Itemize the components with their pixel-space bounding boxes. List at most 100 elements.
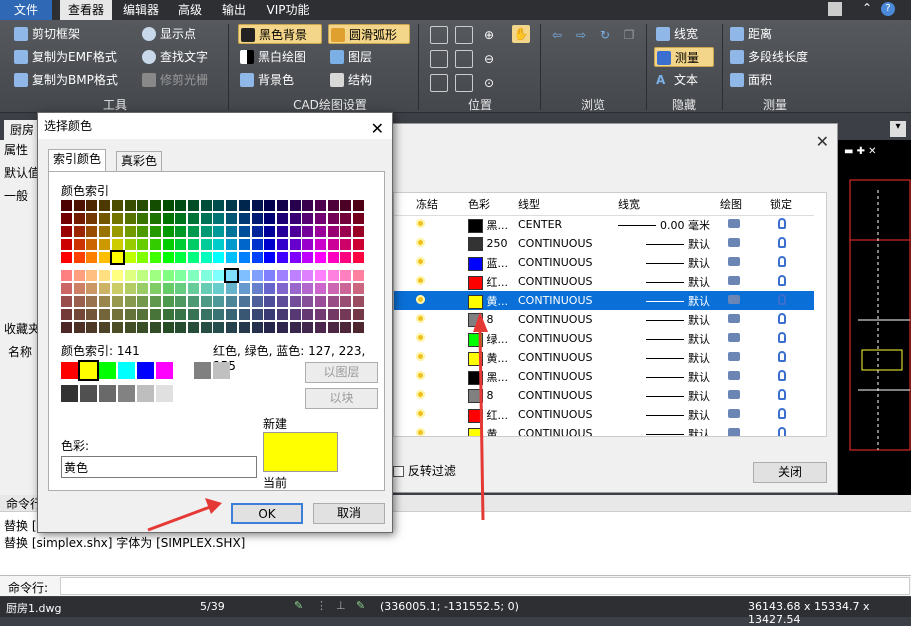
palette-swatch[interactable] bbox=[149, 252, 161, 263]
plot-cell[interactable] bbox=[714, 405, 764, 424]
basic-color-swatch[interactable] bbox=[137, 362, 154, 379]
basic-color-swatch[interactable] bbox=[78, 360, 99, 381]
measure-toggle-button[interactable]: 测量 bbox=[654, 47, 714, 67]
palette-swatch[interactable] bbox=[302, 239, 314, 250]
lineweight-cell[interactable]: 默认 bbox=[612, 367, 714, 386]
lock-cell[interactable] bbox=[764, 367, 814, 386]
palette-swatch[interactable] bbox=[137, 309, 149, 320]
palette-swatch[interactable] bbox=[315, 283, 326, 294]
palette-swatch[interactable] bbox=[137, 296, 149, 307]
lock-icon[interactable] bbox=[778, 350, 786, 362]
palette-swatch[interactable] bbox=[86, 283, 98, 294]
palette-swatch[interactable] bbox=[327, 322, 339, 333]
zoom-in-icon[interactable]: ⊕ bbox=[480, 26, 498, 44]
linetype-cell[interactable]: CONTINUOUS bbox=[512, 329, 612, 348]
palette-swatch[interactable] bbox=[315, 296, 326, 307]
palette-swatch[interactable] bbox=[302, 226, 314, 237]
lock-cell[interactable] bbox=[764, 386, 814, 405]
menu-file[interactable]: 文件 bbox=[0, 0, 52, 20]
freeze-cell[interactable] bbox=[394, 367, 462, 386]
palette-swatch[interactable] bbox=[149, 213, 161, 224]
palette-swatch[interactable] bbox=[315, 200, 326, 211]
tab-index-color[interactable]: 索引颜色 bbox=[48, 149, 107, 171]
lock-icon[interactable] bbox=[778, 388, 786, 400]
lock-cell[interactable] bbox=[764, 310, 814, 329]
col-freeze[interactable]: 冻结 bbox=[394, 193, 462, 215]
plot-cell[interactable] bbox=[714, 310, 764, 329]
show-points-button[interactable]: 显示点 bbox=[140, 24, 196, 44]
palette-swatch[interactable] bbox=[213, 213, 225, 224]
freeze-bulb-icon[interactable] bbox=[416, 371, 425, 380]
color-cell[interactable]: 黄... bbox=[462, 424, 512, 436]
lock-icon[interactable] bbox=[778, 407, 786, 419]
palette-swatch[interactable] bbox=[111, 270, 123, 281]
palette-swatch[interactable] bbox=[175, 226, 187, 237]
zoom-extents-icon[interactable] bbox=[455, 26, 473, 44]
freeze-bulb-icon[interactable] bbox=[416, 276, 425, 285]
command-input[interactable] bbox=[60, 577, 910, 595]
copy-bmp-button[interactable]: 复制为BMP格式 bbox=[12, 70, 118, 90]
palette-swatch[interactable] bbox=[264, 200, 276, 211]
layer-color-swatch[interactable] bbox=[468, 370, 483, 385]
layer-color-swatch[interactable] bbox=[468, 256, 483, 271]
palette-swatch[interactable] bbox=[213, 283, 225, 294]
palette-swatch[interactable] bbox=[162, 252, 174, 263]
palette-swatch[interactable] bbox=[289, 239, 301, 250]
palette-swatch[interactable] bbox=[99, 213, 111, 224]
freeze-bulb-icon[interactable] bbox=[416, 390, 425, 399]
printer-icon[interactable] bbox=[728, 371, 740, 380]
palette-swatch[interactable] bbox=[251, 309, 263, 320]
linetype-cell[interactable]: CONTINUOUS bbox=[512, 348, 612, 367]
col-linetype[interactable]: 线型 bbox=[512, 193, 612, 215]
printer-icon[interactable] bbox=[728, 219, 740, 229]
palette-swatch[interactable] bbox=[137, 226, 149, 237]
palette-swatch[interactable] bbox=[124, 239, 136, 250]
linetype-cell[interactable]: CONTINUOUS bbox=[512, 424, 612, 436]
color-cell[interactable]: 黑... bbox=[462, 215, 512, 234]
lock-icon[interactable] bbox=[778, 312, 786, 324]
palette-swatch[interactable] bbox=[340, 226, 352, 237]
minimize-ribbon-icon[interactable]: ⌃ bbox=[862, 1, 872, 15]
layer-color-swatch[interactable] bbox=[468, 332, 483, 347]
palette-swatch[interactable] bbox=[264, 226, 276, 237]
general-section[interactable]: 一般 bbox=[4, 187, 28, 204]
palette-swatch[interactable] bbox=[238, 213, 250, 224]
palette-swatch[interactable] bbox=[251, 200, 263, 211]
palette-swatch[interactable] bbox=[86, 270, 98, 281]
palette-swatch[interactable] bbox=[200, 322, 212, 333]
layer-color-swatch[interactable] bbox=[468, 427, 483, 436]
palette-swatch[interactable] bbox=[175, 309, 187, 320]
palette-swatch[interactable] bbox=[73, 270, 85, 281]
linetype-cell[interactable]: CONTINUOUS bbox=[512, 310, 612, 329]
snap-icon[interactable]: ✎ bbox=[294, 599, 303, 612]
printer-icon[interactable] bbox=[728, 390, 740, 399]
printer-icon[interactable] bbox=[728, 409, 740, 418]
printer-icon[interactable] bbox=[728, 238, 740, 247]
palette-swatch[interactable] bbox=[188, 270, 199, 281]
palette-swatch[interactable] bbox=[137, 270, 149, 281]
copy-view-icon[interactable]: ❐ bbox=[620, 26, 638, 44]
palette-swatch[interactable] bbox=[251, 226, 263, 237]
distance-button[interactable]: 距离 bbox=[728, 24, 772, 44]
lock-cell[interactable] bbox=[764, 272, 814, 291]
copy-emf-button[interactable]: 复制为EMF格式 bbox=[12, 47, 117, 67]
plot-cell[interactable] bbox=[714, 215, 764, 234]
layer-color-swatch[interactable] bbox=[468, 294, 483, 309]
palette-swatch[interactable] bbox=[175, 213, 187, 224]
lock-cell[interactable] bbox=[764, 291, 814, 310]
palette-swatch[interactable] bbox=[340, 296, 352, 307]
palette-swatch[interactable] bbox=[315, 309, 326, 320]
forward-arrow-icon[interactable]: ⇨ bbox=[572, 26, 590, 44]
palette-swatch[interactable] bbox=[99, 283, 111, 294]
palette-swatch[interactable] bbox=[61, 283, 72, 294]
palette-swatch[interactable] bbox=[149, 200, 161, 211]
palette-swatch[interactable] bbox=[162, 213, 174, 224]
freeze-bulb-icon[interactable] bbox=[416, 257, 425, 266]
tab-menu-chevron-icon[interactable]: ▾ bbox=[890, 121, 906, 137]
palette-swatch[interactable] bbox=[61, 309, 72, 320]
palette-swatch[interactable] bbox=[73, 213, 85, 224]
refresh-icon[interactable]: ↻ bbox=[596, 26, 614, 44]
palette-swatch[interactable] bbox=[251, 270, 263, 281]
palette-swatch[interactable] bbox=[315, 322, 326, 333]
find-text-button[interactable]: 查找文字 bbox=[140, 47, 208, 67]
